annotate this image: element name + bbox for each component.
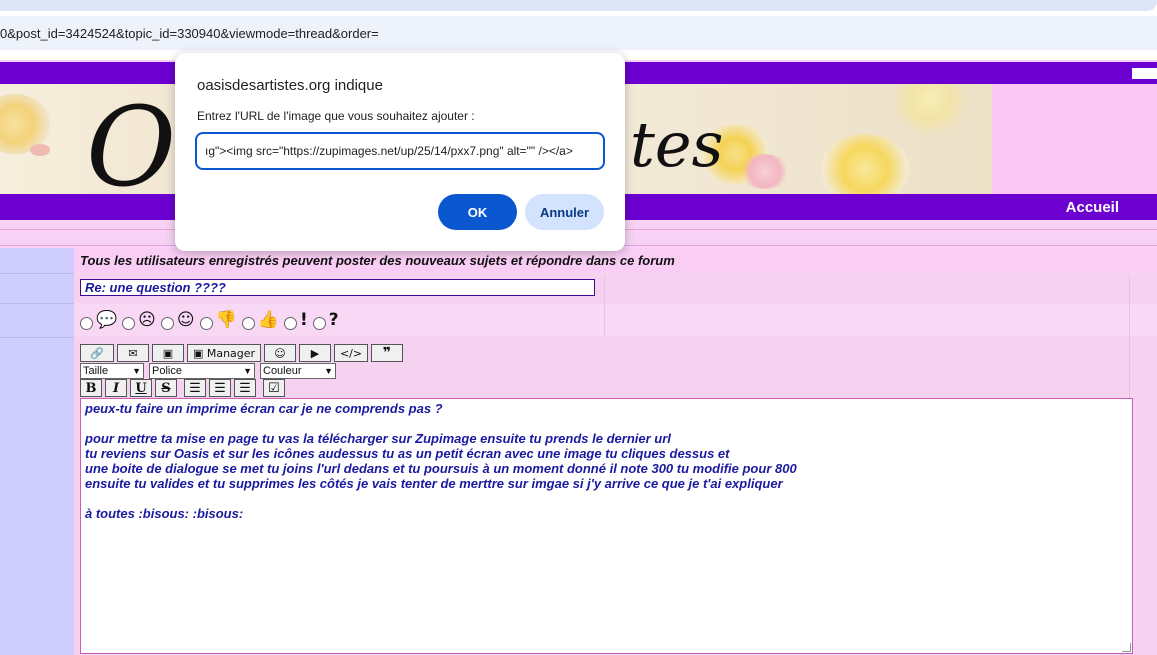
message-line: une boite de dialogue se met tu joins l'… [85, 461, 797, 476]
editor-toolbar: 🔗 ✉ ▣ ▣ Manager ☺ ▶ </> ❞ [80, 344, 406, 362]
image-manager-button[interactable]: ▣ Manager [187, 344, 261, 362]
dialog-title: oasisdesartistes.org indique [197, 77, 383, 94]
tab-strip-bg [0, 0, 1157, 11]
align-left-icon: ☰ [189, 380, 201, 396]
message-line: pour mettre ta mise en page tu vas la té… [85, 431, 671, 446]
prompt-dialog: oasisdesartistes.org indique Entrez l'UR… [175, 53, 625, 251]
text-format-buttons: B I U S ☰ ☰ ☰ ☑ [80, 379, 288, 397]
row-divider [0, 273, 74, 274]
align-left-button[interactable]: ☰ [184, 379, 206, 397]
color-select-value: Couleur [263, 365, 302, 377]
size-select-value: Taille [83, 365, 109, 377]
image-button[interactable]: ▣ [152, 344, 184, 362]
banner-script-text: tes [630, 108, 724, 181]
link-button[interactable]: 🔗 [80, 344, 114, 362]
chevron-down-icon: ▼ [132, 366, 141, 376]
smiley-radio[interactable] [199, 316, 213, 330]
exclamation-icon[interactable]: ! [300, 311, 308, 329]
chevron-down-icon: ▼ [324, 366, 333, 376]
url-text[interactable]: 0&post_id=3424524&topic_id=330940&viewmo… [0, 26, 379, 41]
image-icon: ▣ [162, 346, 174, 360]
smile-icon: ☺ [274, 346, 286, 360]
flower-image [820, 134, 910, 194]
url-prompt-value: ıg"><img src="https://zupimages.net/up/2… [205, 144, 573, 158]
underline-button[interactable]: U [130, 379, 152, 397]
row-divider [0, 303, 74, 304]
smiley-radio[interactable] [283, 316, 297, 330]
smiley-radio[interactable] [241, 316, 255, 330]
code-button[interactable]: </> [334, 344, 368, 362]
form-row-smileys: 💬 ☹ ☺ 👎 👍 ! ? [74, 304, 1157, 336]
left-label-column [0, 248, 74, 655]
smiley-picker: 💬 ☹ ☺ 👎 👍 ! ? [80, 310, 344, 330]
font-select-value: Police [152, 365, 182, 377]
quote-button[interactable]: ❞ [371, 344, 403, 362]
link-icon: 🔗 [90, 346, 104, 360]
resize-handle[interactable] [1122, 643, 1131, 652]
message-line: tu reviens sur Oasis et sur les icônes a… [85, 446, 730, 461]
subject-input[interactable]: Re: une question ???? [80, 279, 595, 296]
envelope-icon: ✉ [128, 346, 138, 360]
post-form: Tous les utilisateurs enregistrés peuven… [74, 248, 1157, 655]
size-select[interactable]: Taille ▼ [80, 363, 144, 379]
url-prompt-input[interactable]: ıg"><img src="https://zupimages.net/up/2… [195, 132, 605, 170]
banner-script-letter: O [86, 84, 177, 194]
address-bar[interactable]: 0&post_id=3424524&topic_id=330940&viewmo… [0, 16, 1157, 50]
smiley-button[interactable]: ☺ [264, 344, 296, 362]
chevron-down-icon: ▼ [243, 366, 252, 376]
smile-face-icon[interactable]: ☺ [177, 311, 195, 329]
quote-icon: ❞ [382, 345, 392, 361]
permission-notice: Tous les utilisateurs enregistrés peuven… [80, 253, 675, 268]
format-selects: Taille ▼ Police ▼ Couleur ▼ [80, 363, 341, 379]
dialog-message: Entrez l'URL de l'image que vous souhait… [197, 109, 475, 123]
ok-button[interactable]: OK [438, 194, 517, 230]
email-button[interactable]: ✉ [117, 344, 149, 362]
row-divider [0, 337, 74, 338]
smiley-radio[interactable] [80, 316, 93, 330]
youtube-icon: ▶ [310, 346, 320, 360]
message-textarea[interactable]: peux-tu faire un imprime écran car je ne… [80, 398, 1133, 654]
flower-image [30, 144, 50, 156]
question-icon[interactable]: ? [329, 311, 339, 329]
smiley-radio[interactable] [122, 316, 136, 330]
speech-bubble-icon[interactable]: 💬 [96, 311, 117, 329]
color-select[interactable]: Couleur ▼ [260, 363, 336, 379]
spellcheck-button[interactable]: ☑ [263, 379, 285, 397]
font-select[interactable]: Police ▼ [149, 363, 255, 379]
smiley-radio[interactable] [160, 316, 174, 330]
align-right-icon: ☰ [239, 380, 251, 396]
code-icon: </> [339, 346, 363, 360]
form-row-notice: Tous les utilisateurs enregistrés peuven… [74, 248, 1157, 272]
checkbox-icon: ☑ [268, 380, 280, 396]
italic-button[interactable]: I [105, 379, 127, 397]
align-center-icon: ☰ [214, 380, 226, 396]
browser-tab-strip [0, 0, 1157, 16]
smiley-radio[interactable] [312, 316, 326, 330]
column-divider [604, 274, 605, 336]
image-icon: ▣ [192, 346, 204, 360]
message-line: peux-tu faire un imprime écran car je ne… [85, 401, 443, 416]
sad-face-icon[interactable]: ☹ [138, 311, 156, 329]
strike-button[interactable]: S [155, 379, 177, 397]
manager-label: Manager [206, 346, 256, 360]
form-row-subject: Re: une question ???? [74, 274, 1157, 302]
bold-button[interactable]: B [80, 379, 102, 397]
nav-home-link[interactable]: Accueil [1066, 199, 1119, 216]
youtube-button[interactable]: ▶ [299, 344, 331, 362]
thumbs-down-icon[interactable]: 👎 [216, 311, 237, 329]
message-line: ensuite tu valides et tu supprimes les c… [85, 476, 783, 491]
cancel-button[interactable]: Annuler [525, 194, 604, 230]
message-line: à toutes :bisous: :bisous: [85, 506, 244, 521]
header-chip [1132, 68, 1157, 79]
thumbs-up-icon[interactable]: 👍 [258, 311, 279, 329]
flower-image [890, 84, 970, 134]
banner-right-fill [992, 84, 1157, 194]
align-center-button[interactable]: ☰ [209, 379, 231, 397]
align-right-button[interactable]: ☰ [234, 379, 256, 397]
flower-image [740, 154, 790, 189]
